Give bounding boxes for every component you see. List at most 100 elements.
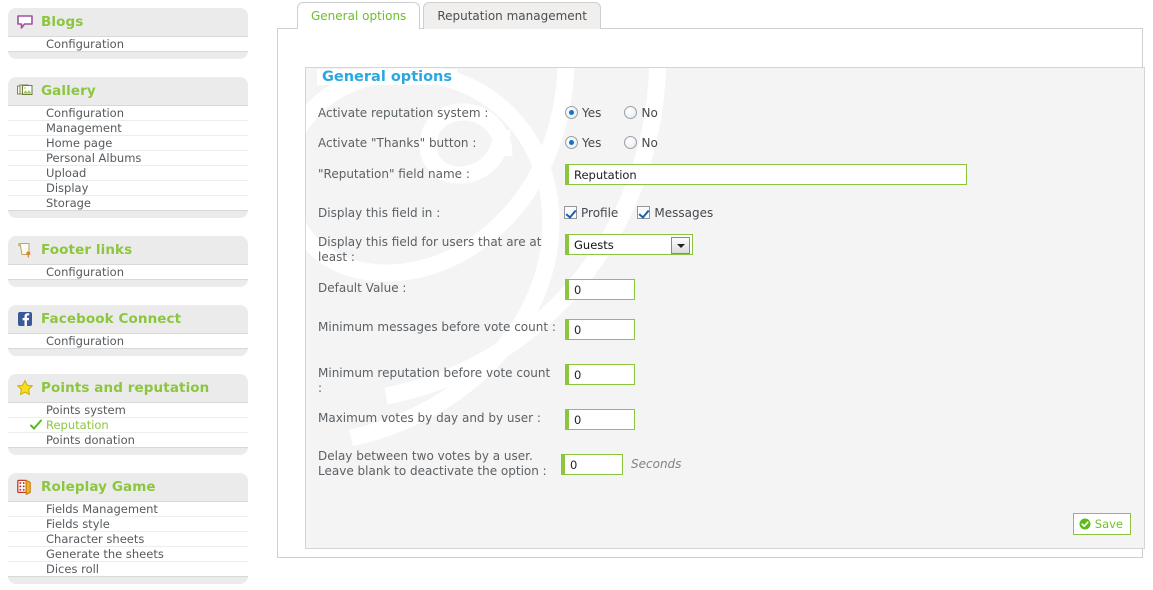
field-min-group: Display this field for users that are at… [318,235,566,265]
max-votes-input[interactable] [565,409,635,430]
delay-units-label: Seconds [631,457,682,471]
field-activate-system: Activate reputation system : [318,106,566,121]
sidebar-item-configuration[interactable]: Configuration [8,106,248,121]
field-label: Maximum votes by day and by user : [318,411,541,425]
sidebar-block-roleplay-game: Roleplay Game Fields Management Fields s… [8,473,248,584]
sidebar-block-header: Facebook Connect [8,305,248,333]
sidebar-item-label: Reputation [46,418,109,432]
sidebar-block-title: Blogs [41,14,84,30]
checkbox-label: Profile [581,205,619,220]
scroll-icon [16,241,34,259]
sidebar-item-generate-the-sheets[interactable]: Generate the sheets [8,547,248,562]
radio-indicator [565,136,578,149]
sidebar-row-list: Points system Reputation Points donation [8,402,248,448]
checkbox-indicator [637,206,651,219]
min-messages-input[interactable] [565,319,635,340]
sidebar-block-title: Gallery [41,83,96,99]
sidebar-block-facebook-connect: Facebook Connect Configuration [8,305,248,356]
field-default-value: Default Value : [318,281,566,296]
sidebar-item-reputation[interactable]: Reputation [8,418,248,433]
sidebar-item-upload[interactable]: Upload [8,166,248,181]
sidebar-item-management[interactable]: Management [8,121,248,136]
sidebar-item-fields-management[interactable]: Fields Management [8,502,248,517]
sidebar-item-display[interactable]: Display [8,181,248,196]
radio-indicator [624,106,638,119]
sidebar-block-header: Gallery [8,77,248,105]
sidebar-block-title: Facebook Connect [41,311,182,327]
sidebar-row-list: Configuration [8,36,248,52]
sidebar-block-header: Blogs [8,8,248,36]
sidebar-block-gallery: Gallery Configuration Management Home pa… [8,77,248,218]
min-reputation-input[interactable] [565,364,635,385]
field-delay: Delay between two votes by a user. Leave… [318,449,556,479]
sidebar-row-list: Configuration Management Home page Perso… [8,105,248,211]
sidebar-item-configuration[interactable]: Configuration [8,334,248,348]
field-display-in: Display this field in : [318,206,566,221]
default-value-input[interactable] [565,279,635,300]
reputation-field-name-input[interactable] [565,164,967,185]
delay-input[interactable] [561,454,623,475]
display-in-messages-checkbox[interactable]: Messages [637,206,713,220]
sidebar-block-title: Roleplay Game [41,479,156,495]
sidebar-block-title: Points and reputation [41,380,210,396]
activate-thanks-radio-group: Yes No [565,134,658,153]
min-group-select[interactable]: Guests [565,234,693,255]
sidebar-item-configuration[interactable]: Configuration [8,265,248,279]
sidebar-item-home-page[interactable]: Home page [8,136,248,151]
sidebar-item-points-system[interactable]: Points system [8,403,248,418]
sidebar-item-storage[interactable]: Storage [8,196,248,210]
activate-thanks-yes-radio[interactable]: Yes [565,136,601,150]
sidebar-block-blogs: Blogs Configuration [8,8,248,59]
checkbox-indicator [564,206,577,219]
radio-label: Yes [582,105,602,120]
field-label: Activate reputation system : [318,106,489,120]
save-button[interactable]: Save [1072,513,1131,535]
spiral-watermark [306,68,667,447]
save-button-label: Save [1094,517,1123,531]
fieldset-legend: General options [317,69,458,85]
sidebar-item-fields-style[interactable]: Fields style [8,517,248,532]
dice-icon [16,478,34,496]
sidebar-item-character-sheets[interactable]: Character sheets [8,532,248,547]
sidebar-item-points-donation[interactable]: Points donation [8,433,248,447]
sidebar-row-list: Fields Management Fields style Character… [8,501,248,577]
radio-label: No [641,135,658,150]
tab-bar: General options Reputation management [297,2,601,30]
sidebar: Blogs Configuration Gallery Configuratio… [0,0,256,590]
sidebar-row-list: Configuration [8,333,248,349]
facebook-icon [16,310,34,328]
checkbox-label: Messages [654,205,714,220]
page-root: Blogs Configuration Gallery Configuratio… [0,0,1153,590]
field-min-messages: Minimum messages before vote count : [318,320,570,335]
display-in-profile-checkbox[interactable]: Profile [564,206,618,220]
activate-system-yes-radio[interactable]: Yes [565,106,601,120]
speech-bubble-icon [16,13,34,31]
photos-icon [16,82,34,100]
field-label: Display this field for users that are at… [318,235,542,264]
sidebar-item-personal-albums[interactable]: Personal Albums [8,151,248,166]
check-icon [30,419,42,431]
chevron-down-icon[interactable] [671,237,690,254]
field-label: Delay between two votes by a user. Leave… [318,449,547,478]
sidebar-item-configuration[interactable]: Configuration [8,37,248,51]
field-label: Minimum reputation before vote count : [318,366,551,395]
tab-general-options[interactable]: General options [297,2,421,30]
field-label: Display this field in : [318,206,441,220]
sidebar-block-header: Points and reputation [8,374,248,402]
radio-indicator [565,106,578,119]
sidebar-block-footer-links: Footer links Configuration [8,236,248,287]
star-icon [16,379,34,397]
sidebar-item-dices-roll[interactable]: Dices roll [8,562,248,576]
check-circle-icon [1079,515,1091,534]
activate-system-no-radio[interactable]: No [624,106,658,120]
sidebar-block-header: Footer links [8,236,248,264]
tab-reputation-management[interactable]: Reputation management [423,2,601,29]
sidebar-row-list: Configuration [8,264,248,280]
sidebar-block-title: Footer links [41,242,133,258]
field-label: Activate "Thanks" button : [318,136,477,150]
main-content: General options Reputation management Ac… [264,0,1153,590]
sidebar-block-header: Roleplay Game [8,473,248,501]
activate-thanks-no-radio[interactable]: No [624,135,658,150]
field-label: Minimum messages before vote count : [318,320,556,334]
field-reputation-field-name: "Reputation" field name : [318,167,566,182]
